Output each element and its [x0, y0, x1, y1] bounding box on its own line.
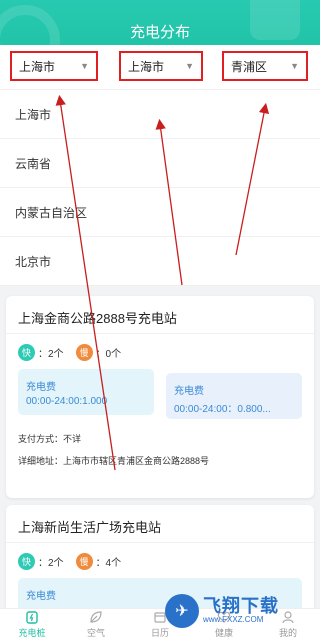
watermark-icon: ✈ — [165, 593, 199, 628]
province-option[interactable]: 上海市 — [0, 90, 320, 139]
tab-label: 充电桩 — [18, 628, 46, 638]
charge-icon — [24, 609, 40, 625]
fee-value: 00:00-24:00:1.000 — [26, 396, 108, 407]
city-value: 上海市 — [128, 59, 165, 74]
station-address: 详细地址：上海市市辖区青浦区金商公路2888号 — [18, 456, 210, 466]
province-value: 上海市 — [19, 59, 56, 74]
district-value: 青浦区 — [231, 59, 268, 74]
tab-label: 空气 — [86, 628, 105, 638]
page-title: 充电分布 — [129, 24, 190, 41]
station-card[interactable]: 上海金商公路2888号充电站 快 ：2个 慢 ：0个 充电费 00:00-24:… — [6, 296, 314, 498]
station-name: 上海金商公路2888号充电站 — [6, 296, 314, 334]
province-dropdown[interactable]: 上海市 ▼ — [10, 51, 98, 81]
watermark-logo: ✈ 飞翔下载 www.FXXZ.COM — [165, 580, 320, 641]
fee-row: 充电费 00:00-24:00:1.000 充电费 00:00-24:00：0.… — [6, 361, 314, 419]
fast-count: ：2个 — [38, 558, 64, 569]
caret-down-icon: ▼ — [290, 61, 299, 71]
tab-charger[interactable]: 充电桩 — [0, 609, 64, 641]
caret-down-icon: ▼ — [185, 61, 194, 71]
slow-count: ：4个 — [95, 558, 122, 569]
watermark-url: www.FXXZ.COM — [203, 615, 264, 624]
slow-badge: 慢 — [75, 344, 93, 361]
fast-badge: 快 — [18, 553, 35, 570]
slow-badge: 慢 — [75, 553, 93, 570]
payment-method: 支付方式：不详 — [18, 434, 82, 444]
fee-title: 充电费 — [174, 386, 204, 397]
charger-counts: 快 ：2个 慢 ：4个 — [6, 543, 314, 570]
fee-box: 充电费 00:00-24:00:1.000 — [18, 369, 154, 415]
caret-down-icon: ▼ — [80, 61, 89, 71]
province-option[interactable]: 北京市 — [0, 237, 320, 286]
fee-title: 充电费 — [26, 382, 56, 393]
district-dropdown[interactable]: 青浦区 ▼ — [222, 51, 308, 81]
fast-count: ：2个 — [38, 349, 64, 360]
fee-value: 00:00-24:00：0.800... — [174, 404, 271, 415]
tab-air[interactable]: 空气 — [64, 609, 128, 641]
city-dropdown[interactable]: 上海市 ▼ — [119, 51, 203, 81]
station-meta: 支付方式：不详 详细地址：上海市市辖区青浦区金商公路2888号 — [6, 419, 314, 472]
charger-counts: 快 ：2个 慢 ：0个 — [6, 334, 314, 361]
fast-badge: 快 — [18, 344, 35, 361]
province-option[interactable]: 内蒙古自治区 — [0, 188, 320, 237]
slow-count: ：0个 — [95, 349, 122, 360]
province-list: 上海市 云南省 内蒙古自治区 北京市 — [0, 90, 320, 286]
leaf-icon — [88, 609, 104, 625]
region-selector-row: 上海市 ▼ 上海市 ▼ 青浦区 ▼ — [0, 45, 320, 90]
fee-box: 充电费 00:00-24:00：0.800... — [166, 373, 302, 419]
watermark-text: 飞翔下载 — [203, 596, 279, 616]
province-option[interactable]: 云南省 — [0, 139, 320, 188]
station-name: 上海新尚生活广场充电站 — [6, 505, 314, 543]
